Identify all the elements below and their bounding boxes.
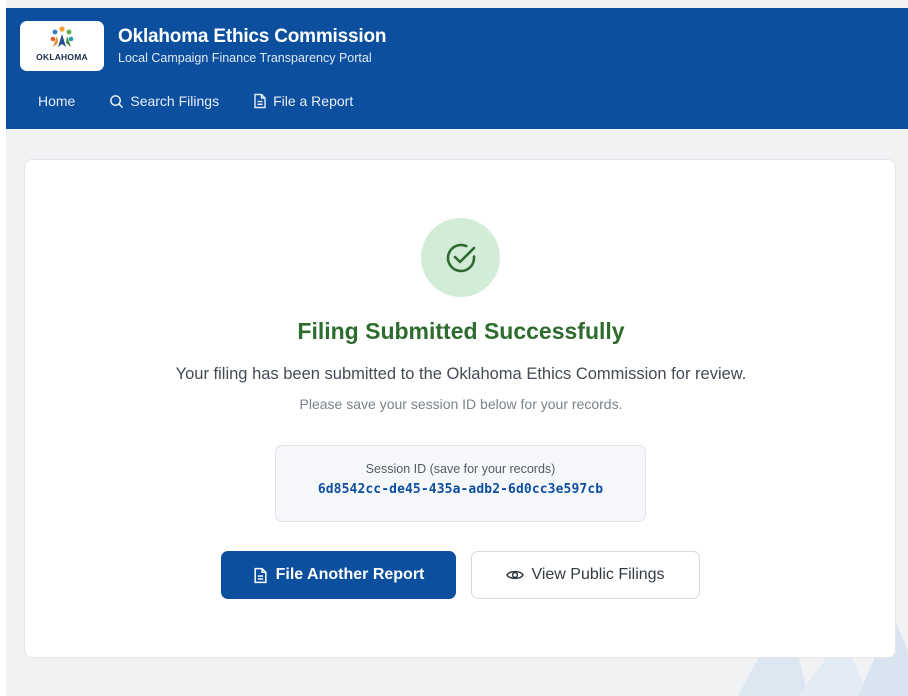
nav-file-report-label: File a Report [273,93,354,109]
nav-file-report[interactable]: File a Report [253,93,353,109]
nav-home[interactable]: Home [38,93,75,109]
check-circle-icon [446,243,475,272]
document-icon [254,567,267,583]
file-another-report-label: File Another Report [275,566,425,583]
view-public-filings-button[interactable]: View Public Filings [471,551,700,599]
logo-mark-icon [50,26,74,47]
site-subtitle: Local Campaign Finance Transparency Port… [118,51,372,65]
eye-icon [506,570,525,580]
session-id-box: Session ID (save for your records) 6d854… [275,445,646,522]
session-id-label: Session ID (save for your records) [365,462,556,476]
site-title: Oklahoma Ethics Commission [118,26,387,47]
logo-text: OKLAHOMA [36,52,88,62]
oklahoma-logo[interactable]: OKLAHOMA [20,21,104,71]
success-badge [421,218,500,297]
confirmation-note: Please save your session ID below for yo… [299,396,623,412]
search-icon [110,94,124,108]
nav-search-filings[interactable]: Search Filings [109,93,219,109]
session-id-value[interactable]: 6d8542cc-de45-435a-adb2-6d0cc3e597cb [276,482,645,497]
document-icon [254,93,266,109]
confirmation-card: Filing Submitted Successfully Your filin… [24,159,896,658]
confirmation-message: Your filing has been submitted to the Ok… [175,365,747,383]
nav-search-filings-label: Search Filings [130,93,220,109]
site-header: OKLAHOMA Oklahoma Ethics Commission Loca… [6,8,908,129]
main-nav: Home Search Filings File a Report [38,93,387,109]
nav-home-label: Home [38,93,76,109]
view-public-filings-label: View Public Filings [531,566,665,583]
confirmation-title: Filing Submitted Successfully [297,318,625,344]
file-another-report-button[interactable]: File Another Report [221,551,456,599]
